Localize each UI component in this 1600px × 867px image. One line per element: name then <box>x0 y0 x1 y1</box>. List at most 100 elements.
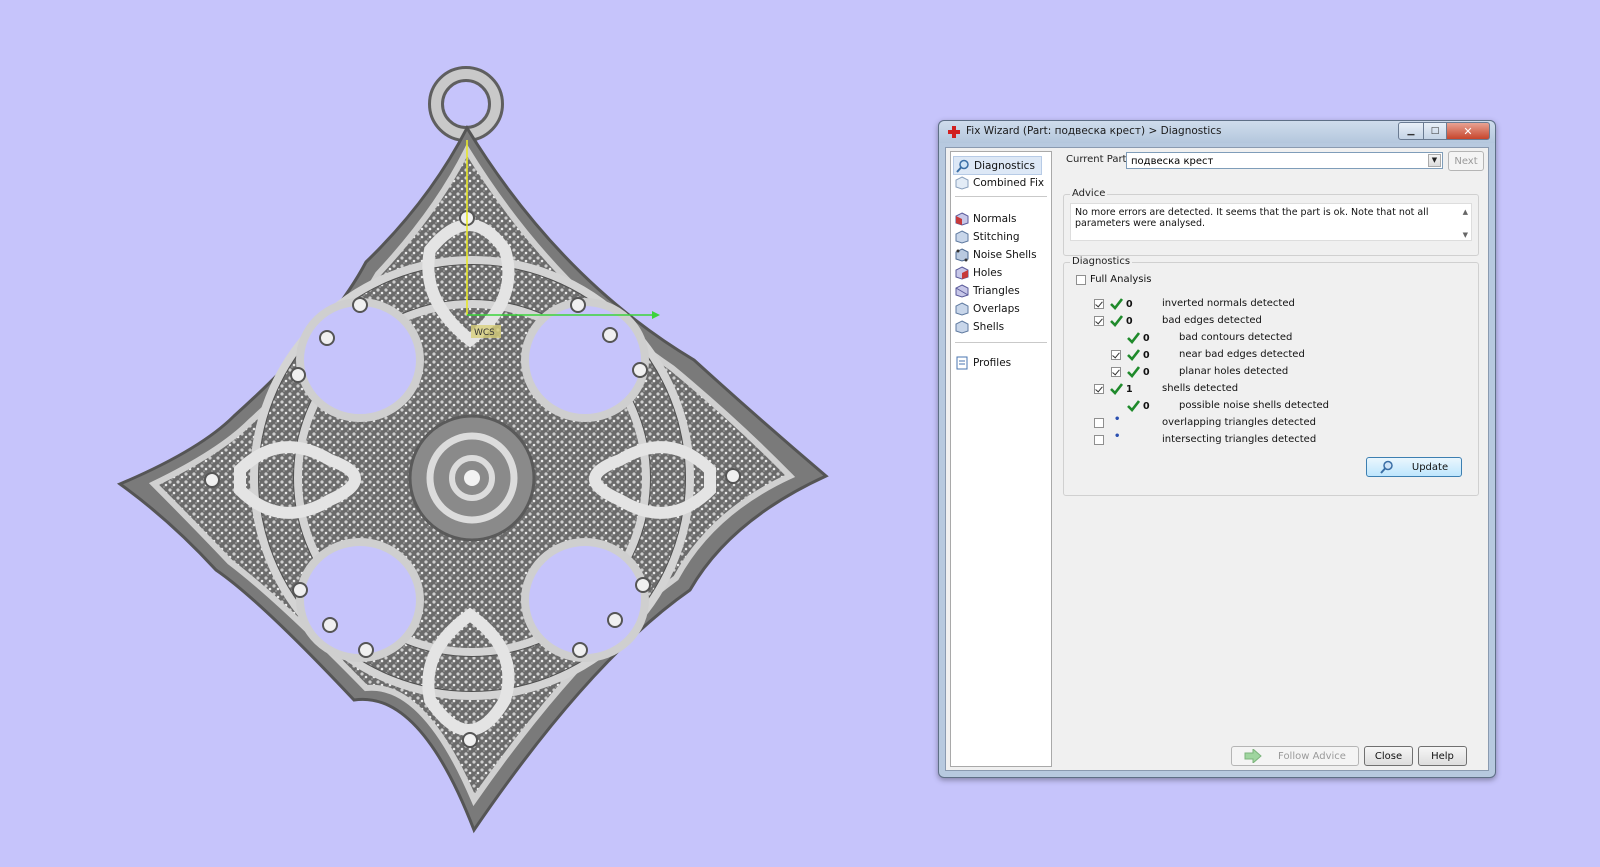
nav-item-normals[interactable]: Normals <box>955 210 1016 227</box>
document-icon <box>956 356 968 369</box>
diagnostics-title: Diagnostics <box>1070 256 1133 267</box>
row-label: near bad edges detected <box>1179 349 1305 360</box>
green-check-icon <box>1127 332 1140 344</box>
nav-item-combined-fix[interactable]: Combined Fix <box>955 174 1044 191</box>
advice-title: Advice <box>1070 188 1108 199</box>
row-count: 0 <box>1143 401 1150 412</box>
row-checkbox[interactable] <box>1094 299 1104 309</box>
row-checkbox[interactable] <box>1094 316 1104 326</box>
nav-label: Normals <box>973 212 1017 225</box>
nav-label: Triangles <box>973 284 1020 297</box>
nav-item-holes[interactable]: Holes <box>955 264 1002 281</box>
nav-item-profiles[interactable]: Profiles <box>955 354 1011 371</box>
nav-label: Combined Fix <box>973 176 1045 189</box>
title-bar[interactable]: Fix Wizard (Part: подвеска крест) > Diag… <box>939 121 1495 143</box>
full-analysis-checkbox[interactable] <box>1076 275 1086 285</box>
scroll-up-icon[interactable]: ▲ <box>1463 207 1468 218</box>
green-check-icon <box>1110 383 1123 395</box>
row-checkbox[interactable] <box>1111 350 1121 360</box>
nav-separator <box>955 196 1047 197</box>
follow-advice-button[interactable]: Follow Advice <box>1231 746 1359 766</box>
minimize-icon: ▁ <box>1407 126 1415 136</box>
row-label: overlapping triangles detected <box>1162 417 1316 428</box>
nav-item-diagnostics[interactable]: Diagnostics <box>953 156 1042 175</box>
row-label: possible noise shells detected <box>1179 400 1330 411</box>
nav-item-overlaps[interactable]: Overlaps <box>955 300 1020 317</box>
green-check-icon <box>1127 349 1140 361</box>
close-window-button[interactable]: ✕ <box>1447 122 1490 140</box>
advice-group: Advice No more errors are detected. It s… <box>1063 188 1479 256</box>
noise-shells-icon <box>955 247 969 262</box>
row-label: bad edges detected <box>1162 315 1262 326</box>
axis-label: WCS <box>474 328 495 338</box>
row-checkbox[interactable] <box>1094 435 1104 445</box>
nav-item-stitching[interactable]: Stitching <box>955 228 1019 245</box>
celtic-cross-pendant-model: WCS <box>116 66 829 834</box>
arrow-right-icon <box>1244 749 1262 763</box>
row-label: intersecting triangles detected <box>1162 434 1317 445</box>
row-count: 0 <box>1143 333 1150 344</box>
wizard-client-area: Diagnostics Combined Fix Normals Stitchi… <box>945 147 1489 771</box>
holes-cube-icon <box>955 265 969 280</box>
row-checkbox[interactable] <box>1094 384 1104 394</box>
row-count: 0 <box>1143 367 1150 378</box>
scroll-down-icon[interactable]: ▼ <box>1463 230 1468 241</box>
row-label: shells detected <box>1162 383 1239 394</box>
row-count: 0 <box>1126 316 1133 327</box>
current-part-label: Current Part: <box>1066 154 1130 165</box>
row-checkbox[interactable] <box>1094 418 1104 428</box>
row-count: 0 <box>1126 299 1133 310</box>
nav-label: Diagnostics <box>974 159 1035 172</box>
nav-label: Noise Shells <box>973 248 1037 261</box>
help-button[interactable]: Help <box>1418 746 1467 766</box>
pending-dot-icon: • <box>1114 431 1121 442</box>
magnifier-icon <box>956 159 969 173</box>
shells-cube-icon <box>955 319 969 334</box>
diagnostics-group: Diagnostics Full Analysis 0 inverted nor… <box>1063 256 1479 496</box>
cube-icon <box>955 175 969 190</box>
follow-advice-label: Follow Advice <box>1278 750 1346 762</box>
current-part-value: подвеска крест <box>1131 156 1214 167</box>
red-cross-icon <box>948 126 960 138</box>
minimize-button[interactable]: ▁ <box>1398 122 1424 140</box>
row-label: planar holes detected <box>1179 366 1289 377</box>
row-checkbox[interactable] <box>1111 367 1121 377</box>
green-check-icon <box>1127 366 1140 378</box>
row-label: inverted normals detected <box>1162 298 1295 309</box>
nav-item-triangles[interactable]: Triangles <box>955 282 1020 299</box>
triangles-cube-icon <box>955 283 969 298</box>
nav-item-noise-shells[interactable]: Noise Shells <box>955 246 1037 263</box>
nav-item-shells[interactable]: Shells <box>955 318 1004 335</box>
update-button[interactable]: Update <box>1366 457 1462 477</box>
next-button[interactable]: Next <box>1448 151 1484 171</box>
nav-label: Stitching <box>973 230 1020 243</box>
green-check-icon <box>1127 400 1140 412</box>
chevron-down-icon[interactable]: ▼ <box>1428 154 1441 167</box>
row-count: 1 <box>1126 384 1133 395</box>
advice-text-box: No more errors are detected. It seems th… <box>1070 203 1472 241</box>
stitching-cube-icon <box>955 229 969 244</box>
magnifier-icon <box>1380 460 1393 474</box>
overlaps-cube-icon <box>955 301 969 316</box>
maximize-icon: □ <box>1430 126 1440 136</box>
green-check-icon <box>1110 298 1123 310</box>
nav-label: Holes <box>973 266 1003 279</box>
update-label: Update <box>1411 461 1449 473</box>
nav-separator <box>955 342 1047 343</box>
current-part-select[interactable]: подвеска крест ▼ <box>1126 152 1443 169</box>
green-check-icon <box>1110 315 1123 327</box>
wizard-nav-panel: Diagnostics Combined Fix Normals Stitchi… <box>950 151 1052 767</box>
advice-text: No more errors are detected. It seems th… <box>1075 207 1429 229</box>
close-button[interactable]: Close <box>1364 746 1413 766</box>
nav-label: Shells <box>973 320 1005 333</box>
full-analysis-label: Full Analysis <box>1090 274 1152 285</box>
row-label: bad contours detected <box>1179 332 1293 343</box>
3d-viewport[interactable]: WCS <box>0 0 900 867</box>
fix-wizard-window: Fix Wizard (Part: подвеска крест) > Diag… <box>938 120 1496 778</box>
normals-cube-icon <box>955 211 969 226</box>
maximize-button[interactable]: □ <box>1424 122 1447 140</box>
nav-label: Overlaps <box>973 302 1020 315</box>
nav-label: Profiles <box>973 356 1012 369</box>
window-title: Fix Wizard (Part: подвеска крест) > Diag… <box>966 125 1222 137</box>
pending-dot-icon: • <box>1114 414 1121 425</box>
